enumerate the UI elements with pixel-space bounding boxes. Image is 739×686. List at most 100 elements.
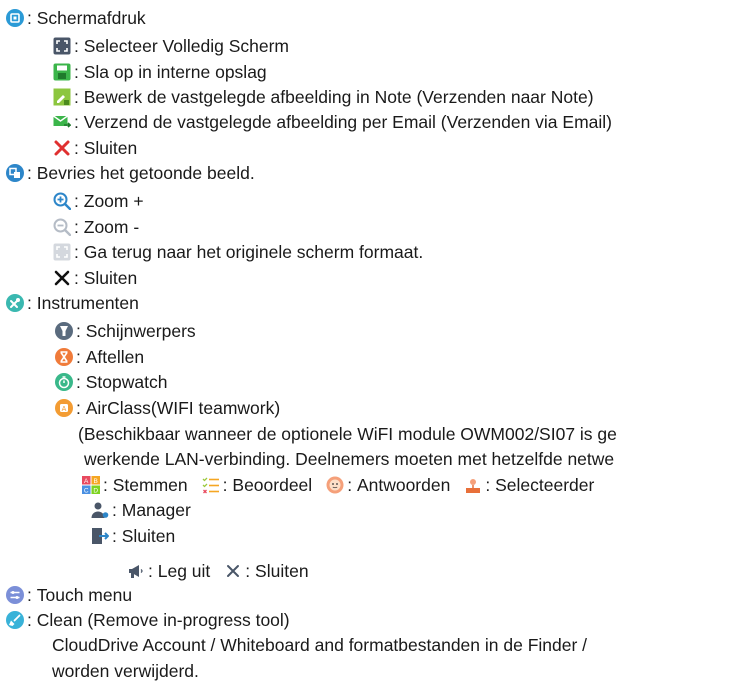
freeze-item-zoom-out: : Zoom - xyxy=(53,215,139,239)
megaphone-icon xyxy=(127,562,145,580)
airclass-note-1: (Beschikbaar wanneer de optionele WiFI m… xyxy=(78,424,617,444)
freeze-close-label: Sluiten xyxy=(83,268,138,288)
colon: : xyxy=(245,561,251,581)
svg-text:D: D xyxy=(93,488,98,495)
fullscreen-select-icon xyxy=(53,37,71,55)
colon: : xyxy=(74,87,79,107)
manager-icon xyxy=(91,501,109,519)
clean-icon xyxy=(6,611,24,629)
touch-menu-row: : Touch menu xyxy=(6,583,132,607)
countdown-icon xyxy=(55,348,73,366)
stopwatch-icon xyxy=(55,373,73,391)
answer-icon xyxy=(326,476,344,494)
manager-label: Manager xyxy=(121,500,191,520)
freeze-label: Bevries het getoonde beeld. xyxy=(36,163,255,183)
airclass-icon: A xyxy=(55,399,73,417)
clean-note-1: CloudDrive Account / Whiteboard and form… xyxy=(52,635,588,655)
colon: : xyxy=(76,347,81,367)
colon: : xyxy=(27,585,32,605)
airclass-note-line-2: werkende LAN-verbinding. Deelnemers moet… xyxy=(84,447,614,471)
svg-text:A: A xyxy=(62,406,67,413)
screenshot-item-close: : Sluiten xyxy=(53,136,137,160)
colon: : xyxy=(485,475,491,495)
save-icon xyxy=(53,63,71,81)
colon: : xyxy=(222,475,228,495)
note-label: Bewerk de vastgelegde afbeelding in Note… xyxy=(83,87,594,107)
colon: : xyxy=(112,500,117,520)
screenshot-row: : Schermafdruk xyxy=(6,6,146,30)
exit-icon xyxy=(91,527,109,545)
screenshot-item-save: : Sla op in interne opslag xyxy=(53,60,267,84)
sub-close-icon xyxy=(224,562,242,580)
screenshot-icon xyxy=(6,9,24,27)
screenshot-item-email: : Verzend de vastgelegde afbeelding per … xyxy=(53,110,612,134)
screenshot-item-fullscreen: : Selecteer Volledig Scherm xyxy=(53,34,289,58)
exit-row: : Sluiten xyxy=(91,524,175,548)
clean-note-2: worden verwijderd. xyxy=(52,661,199,681)
screenshot-label: Schermafdruk xyxy=(36,8,146,28)
email-label: Verzend de vastgelegde afbeelding per Em… xyxy=(83,112,612,132)
svg-text:C: C xyxy=(84,488,89,495)
colon: : xyxy=(74,62,79,82)
edit-note-icon xyxy=(53,88,71,106)
colon: : xyxy=(148,561,153,581)
original-label: Ga terug naar het originele scherm forma… xyxy=(83,242,424,262)
tools-label: Instrumenten xyxy=(36,293,139,313)
freeze-item-close: : Sluiten xyxy=(53,266,137,290)
touch-menu-icon xyxy=(6,586,24,604)
freeze-item-zoom-in: : Zoom + xyxy=(53,189,144,213)
selector-icon xyxy=(464,476,482,494)
tools-row: : Instrumenten xyxy=(6,291,139,315)
colon: : xyxy=(74,217,79,237)
zoom-out-label: Zoom - xyxy=(83,217,140,237)
sub-close-label: Sluiten xyxy=(255,561,309,581)
stopwatch-label: Stopwatch xyxy=(85,372,168,392)
screenshot-item-note: : Bewerk de vastgelegde afbeelding in No… xyxy=(53,85,594,109)
colon: : xyxy=(76,321,81,341)
clean-note-line-2: worden verwijderd. xyxy=(52,659,199,683)
colon: : xyxy=(27,8,32,28)
vote-icon: ABCD xyxy=(82,476,100,494)
fullscreen-label: Selecteer Volledig Scherm xyxy=(83,36,289,56)
airclass-label: AirClass(WIFI teamwork) xyxy=(85,398,281,418)
colon: : xyxy=(103,475,108,495)
vote-label: Stemmen xyxy=(112,475,188,495)
colon: : xyxy=(74,112,79,132)
save-label: Sla op in interne opslag xyxy=(83,62,267,82)
tools-item-countdown: : Aftellen xyxy=(55,345,144,369)
freeze-row: : Bevries het getoonde beeld. xyxy=(6,161,255,185)
freeze-item-original: : Ga terug naar het originele scherm for… xyxy=(53,240,423,264)
rate-icon xyxy=(202,476,220,494)
original-size-icon xyxy=(53,243,71,261)
close-label: Sluiten xyxy=(83,138,138,158)
clean-row: : Clean (Remove in-progress tool) xyxy=(6,608,290,632)
manager-row: : Manager xyxy=(91,498,191,522)
colon: : xyxy=(74,242,79,262)
colon: : xyxy=(76,398,81,418)
spotlight-label: Schijnwerpers xyxy=(85,321,196,341)
tools-item-stopwatch: : Stopwatch xyxy=(55,370,167,394)
colon: : xyxy=(74,268,79,288)
colon: : xyxy=(76,372,81,392)
colon: : xyxy=(27,163,32,183)
rate-label: Beoordeel xyxy=(232,475,313,495)
colon: : xyxy=(112,526,117,546)
send-email-icon xyxy=(53,113,71,131)
airclass-note-2: werkende LAN-verbinding. Deelnemers moet… xyxy=(84,449,615,469)
zoom-in-label: Zoom + xyxy=(83,191,144,211)
countdown-label: Aftellen xyxy=(85,347,145,367)
airclass-functions-row: ABCD : Stemmen : Beoordeel : Antwoorden … xyxy=(82,473,594,497)
touch-menu-label: Touch menu xyxy=(36,585,133,605)
manager-sub-row: : Leg uit : Sluiten xyxy=(127,559,309,583)
explain-label: Leg uit xyxy=(157,561,211,581)
close-red-icon xyxy=(53,139,71,157)
colon: : xyxy=(27,293,32,313)
freeze-icon xyxy=(6,164,24,182)
clean-note-line-1: CloudDrive Account / Whiteboard and form… xyxy=(52,633,587,657)
zoom-out-icon xyxy=(53,218,71,236)
zoom-in-icon xyxy=(53,192,71,210)
tools-item-spotlight: : Schijnwerpers xyxy=(55,319,196,343)
airclass-note-line-1: (Beschikbaar wanneer de optionele WiFI m… xyxy=(78,422,617,446)
colon: : xyxy=(27,610,32,630)
selector-label: Selecteerder xyxy=(495,475,595,495)
